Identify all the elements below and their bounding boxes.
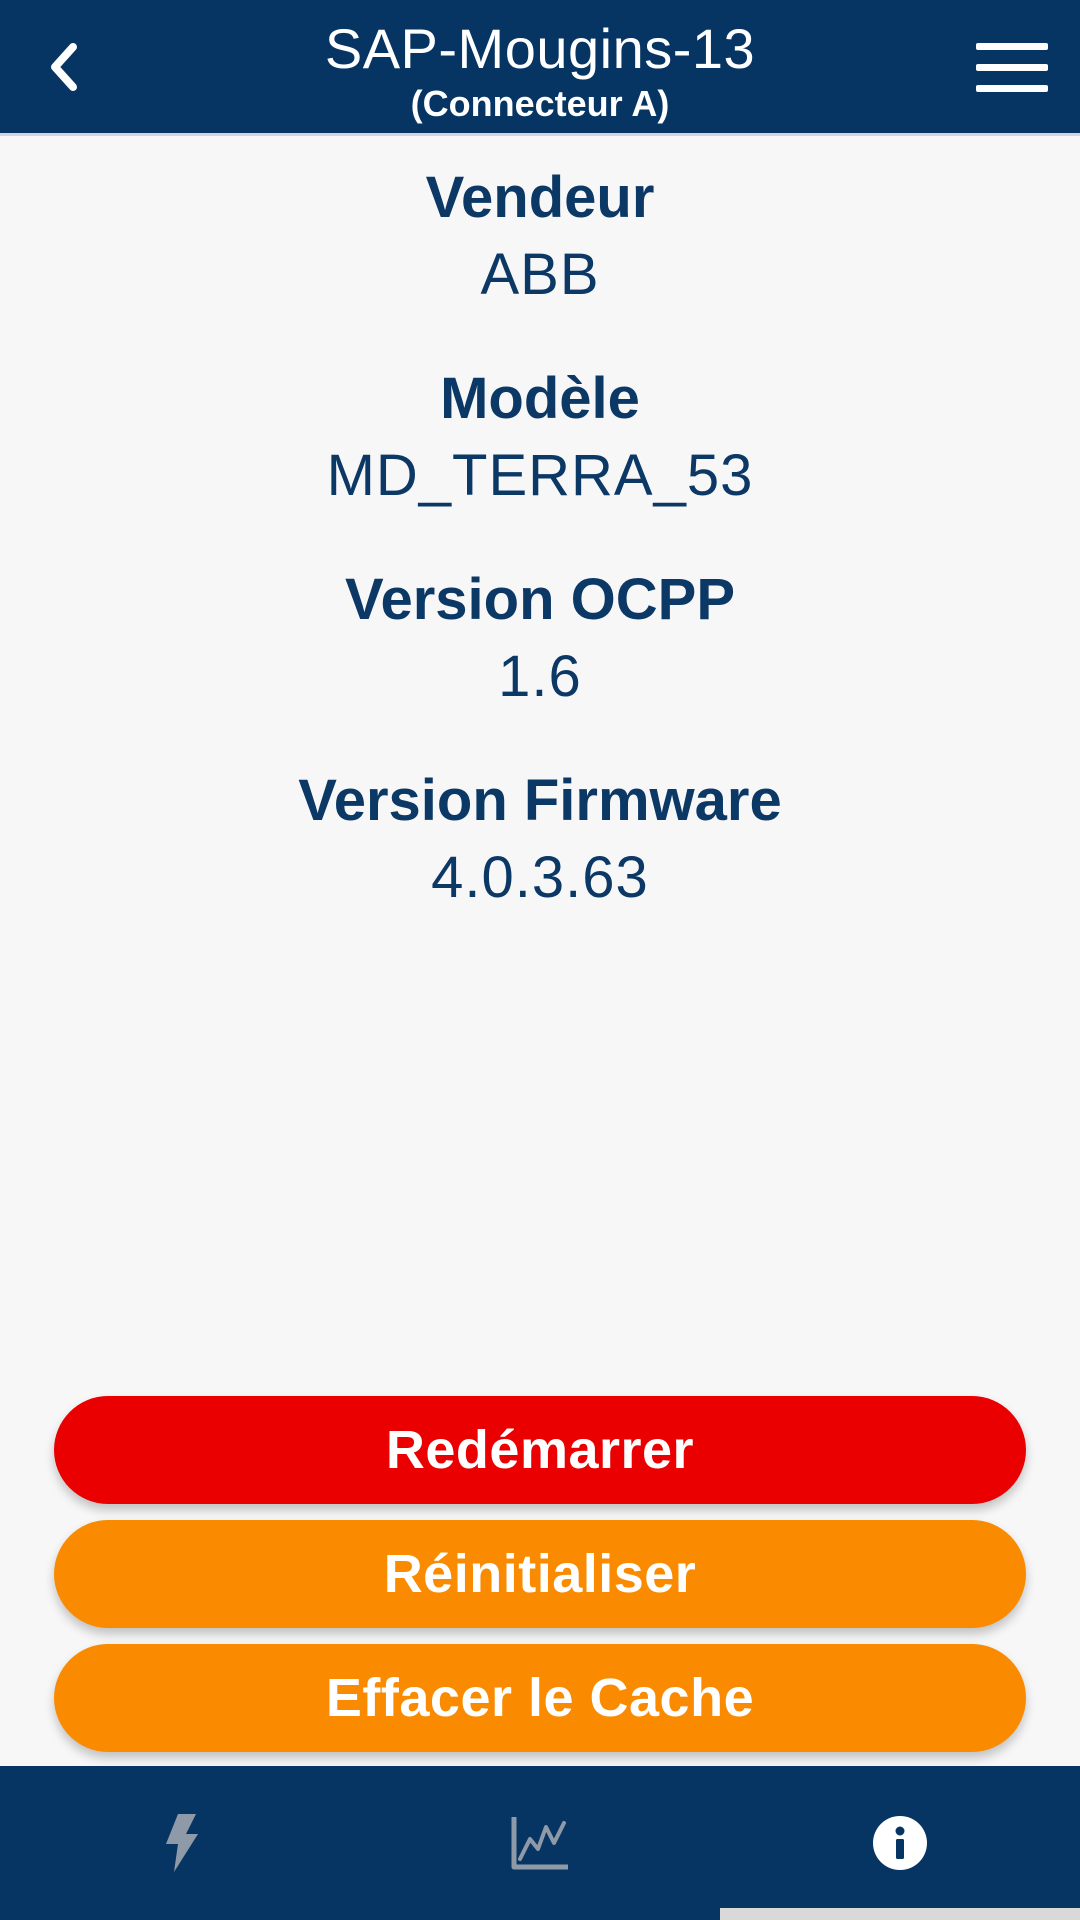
app-screen: SAP-Mougins-13 (Connecteur A) Vendeur AB… (0, 0, 1080, 1920)
page-title: SAP-Mougins-13 (324, 17, 756, 80)
restart-button[interactable]: Redémarrer (54, 1396, 1026, 1504)
firmware-version-label: Version Firmware (298, 768, 782, 833)
clear-cache-button[interactable]: Effacer le Cache (54, 1644, 1026, 1752)
nav-tab-charging[interactable] (0, 1766, 360, 1920)
vendor-value: ABB (480, 242, 600, 307)
model-label: Modèle (440, 366, 640, 431)
ocpp-version-label: Version OCPP (344, 567, 736, 632)
model-value: MD_TERRA_53 (326, 443, 754, 508)
lightning-bolt-icon (166, 1814, 198, 1872)
title-block: SAP-Mougins-13 (Connecteur A) (160, 14, 920, 124)
action-buttons: Redémarrer Réinitialiser Effacer le Cach… (54, 1396, 1026, 1768)
ocpp-version-value: 1.6 (498, 644, 582, 709)
info-icon (873, 1816, 927, 1870)
charger-info: Vendeur ABB Modèle MD_TERRA_53 Version O… (0, 136, 1080, 940)
chevron-left-icon (51, 43, 77, 91)
nav-tab-info[interactable] (720, 1766, 1080, 1920)
vendor-label: Vendeur (425, 165, 655, 230)
reset-button[interactable]: Réinitialiser (54, 1520, 1026, 1628)
info-model: Modèle MD_TERRA_53 (0, 337, 1080, 538)
active-tab-indicator (720, 1908, 1080, 1920)
page-subtitle: (Connecteur A) (410, 83, 670, 124)
nav-tab-statistics[interactable] (360, 1766, 720, 1920)
line-chart-icon (511, 1817, 568, 1870)
info-firmware-version: Version Firmware 4.0.3.63 (0, 739, 1080, 940)
firmware-version-value: 4.0.3.63 (431, 845, 649, 910)
back-button[interactable] (28, 22, 98, 112)
menu-button[interactable] (972, 30, 1052, 106)
bottom-navigation (0, 1766, 1080, 1920)
info-ocpp-version: Version OCPP 1.6 (0, 538, 1080, 739)
info-vendor: Vendeur ABB (0, 136, 1080, 337)
hamburger-menu-icon (976, 43, 1048, 92)
top-app-bar: SAP-Mougins-13 (Connecteur A) (0, 0, 1080, 136)
